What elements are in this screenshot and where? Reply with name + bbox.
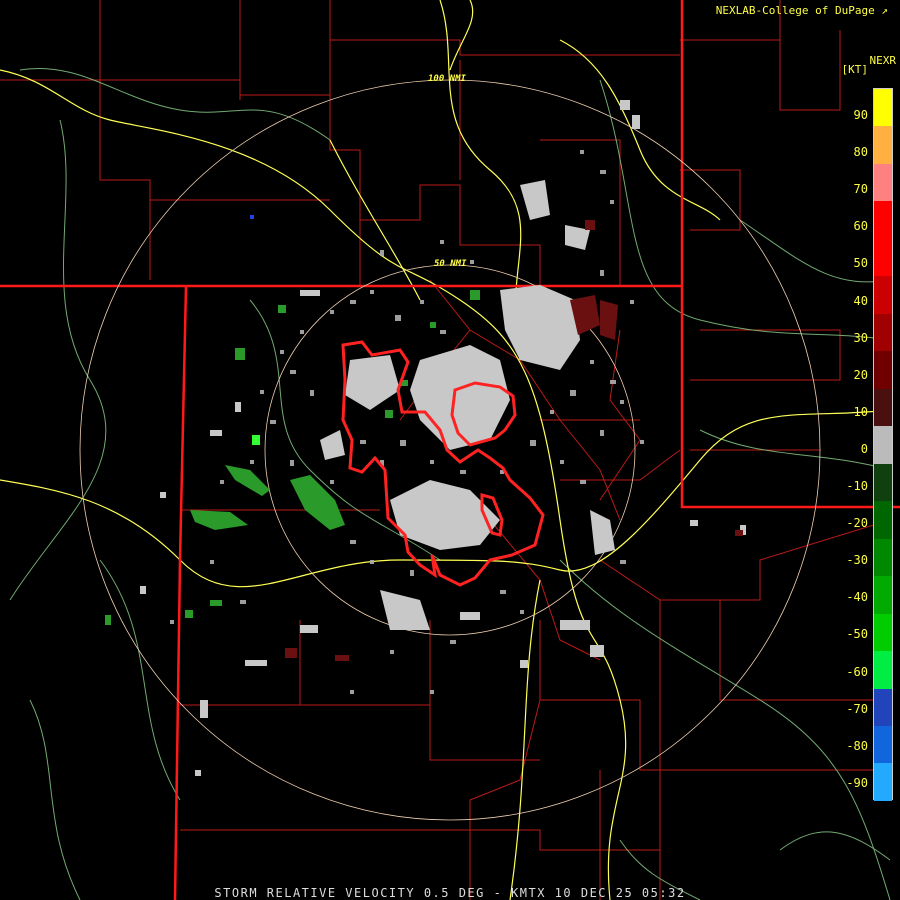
scale-segment [874,651,892,689]
velocity-color-scale [873,88,893,801]
scale-tick-label: 60 [853,219,868,234]
scale-segment [874,276,892,314]
scale-segment [874,763,892,801]
scale-tick-label: -60 [846,664,868,679]
scale-segment [874,89,892,127]
scale-tick-label: -70 [846,701,868,716]
scale-tick-label: 0 [860,441,868,456]
scale-tick-label: -30 [846,553,868,568]
product-label: NEXR [869,54,897,67]
units-label: [KT] [841,63,869,76]
scale-segment [874,725,892,764]
scale-segment [874,463,892,502]
scale-tick-label: -40 [846,590,868,605]
radar-map [0,0,900,900]
scale-segment [874,538,892,577]
radar-display: NEXLAB-College of DuPage ↗ NEXR [KT] 100… [0,0,900,900]
scale-tick-label: 20 [853,367,868,382]
link-icon[interactable]: ↗ [875,4,888,17]
scale-segment [874,501,892,539]
scale-segment [874,688,892,726]
scale-segment [874,576,892,614]
scale-segment [874,126,892,164]
ring-label-50: 50 NMI [434,259,467,269]
scale-tick-label: 70 [853,182,868,197]
product-caption: STORM RELATIVE VELOCITY 0.5 DEG - KMTX 1… [214,886,686,900]
credit-label: NEXLAB-College of DuPage ↗ [715,4,888,17]
scale-segment [874,313,892,352]
scale-tick-label: 80 [853,145,868,160]
scale-segment [874,426,892,464]
scale-tick-label: -20 [846,516,868,531]
scale-tick-label: 40 [853,293,868,308]
radar-echoes [105,100,746,776]
scale-tick-label: 90 [853,108,868,122]
scale-tick-label: -90 [846,775,868,790]
scale-tick-label: -50 [846,627,868,642]
scale-segment [874,388,892,427]
ring-label-100: 100 NMI [428,74,466,84]
scale-segment [874,351,892,389]
county-lines [0,0,891,900]
scale-tick-label: 10 [853,404,868,419]
scale-segment [874,613,892,652]
scale-segment [874,201,892,239]
scale-tick-label: -80 [846,738,868,753]
scale-segment [874,163,892,202]
green-bright-cell [252,435,260,445]
scale-tick-label: 50 [853,256,868,271]
scale-tick-label: -10 [846,479,868,493]
scale-segment [874,238,892,277]
rivers [9,68,891,900]
scale-tick-label: 30 [853,330,868,345]
